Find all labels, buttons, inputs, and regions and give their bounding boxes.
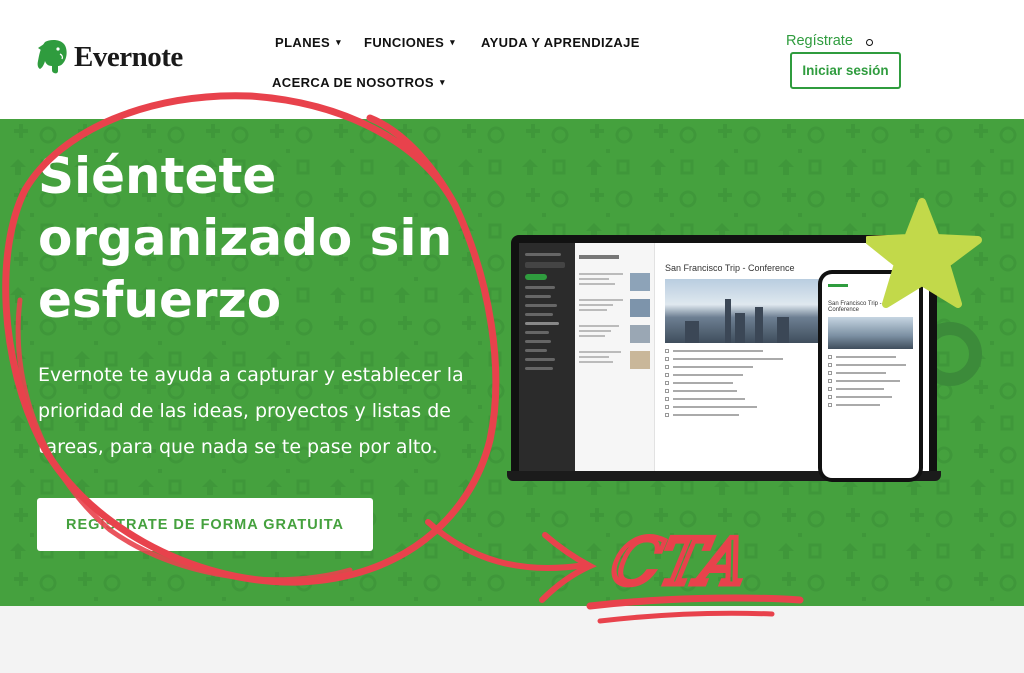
hero-subtitle: Evernote te ayuda a capturar y establece…: [38, 364, 464, 458]
nav-acerca[interactable]: ACERCA DE NOSOTROS ▾: [272, 75, 445, 90]
chevron-down-icon: ▾: [336, 37, 342, 47]
nav-funciones[interactable]: FUNCIONES ▾: [364, 35, 455, 50]
signup-free-button[interactable]: REGÍSTRATE DE FORMA GRATUITA: [37, 498, 373, 551]
evernote-logo[interactable]: Evernote: [36, 38, 183, 76]
nav-ayuda[interactable]: AYUDA Y APRENDIZAJE: [481, 35, 640, 50]
bottom-band: [0, 606, 1024, 673]
chevron-down-icon: ▾: [440, 77, 445, 87]
phone-city-photo: [828, 317, 913, 349]
hero-title: Siéntete organizado sin esfuerzo: [38, 147, 453, 329]
nav-planes[interactable]: PLANES ▾: [275, 35, 341, 50]
app-sidebar: [519, 243, 575, 471]
nav-ayuda-label: AYUDA Y APRENDIZAJE: [481, 35, 640, 50]
app-note-list: [575, 243, 655, 471]
chevron-down-icon: ▾: [450, 37, 456, 47]
logo-wordmark: Evernote: [74, 40, 183, 73]
site-header: Evernote PLANES ▾ FUNCIONES ▾ AYUDA Y AP…: [0, 0, 1024, 119]
nav-funciones-label: FUNCIONES: [364, 35, 445, 50]
login-button[interactable]: Iniciar sesión: [790, 52, 901, 89]
star-icon: [866, 198, 982, 308]
circle-icon: [866, 39, 873, 46]
nav-acerca-label: ACERCA DE NOSOTROS: [272, 75, 435, 90]
register-link[interactable]: Regístrate: [786, 33, 853, 49]
elephant-icon: [37, 39, 67, 74]
nav-planes-label: PLANES: [275, 35, 331, 50]
